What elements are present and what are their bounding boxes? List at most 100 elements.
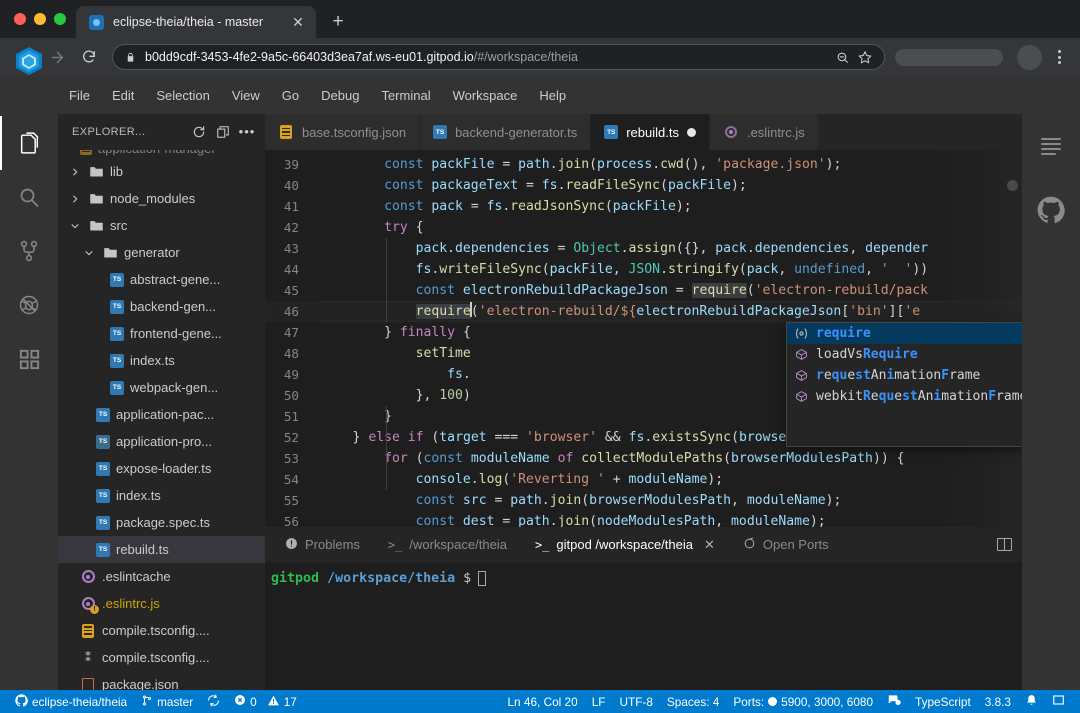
github-icon[interactable] [1031, 190, 1071, 230]
zoom-out-icon[interactable] [836, 51, 849, 64]
tree-item-abstract-generator[interactable]: TS abstract-gene... [58, 266, 265, 293]
status-ports[interactable]: Ports: 5900, 3000, 6080 [726, 690, 880, 713]
menu-view[interactable]: View [221, 84, 271, 107]
maximize-window-button[interactable] [54, 13, 66, 25]
line-number: 54 [265, 469, 321, 490]
tree-item-frontend-generator[interactable]: TS frontend-gene... [58, 320, 265, 347]
address-bar[interactable]: b0dd9cdf-3453-4fe2-9a5c-66403d3ea7af.ws-… [112, 44, 885, 70]
chevron-down-icon[interactable] [82, 248, 96, 258]
tree-item-node-modules[interactable]: node_modules [58, 185, 265, 212]
activity-files-icon[interactable] [0, 116, 58, 170]
status-problems[interactable]: 0 17 [227, 690, 304, 713]
activity-source-control-icon[interactable] [0, 224, 58, 278]
panel-tab-open-ports[interactable]: Open Ports [729, 527, 843, 562]
tree-item-application-manager[interactable]: application-manager [58, 150, 265, 158]
activity-debug-icon[interactable] [0, 278, 58, 332]
tree-item-rebuild-ts[interactable]: TS rebuild.ts [58, 536, 265, 563]
tree-item-lib[interactable]: lib [58, 158, 265, 185]
editor-tab-backend-generator[interactable]: TS backend-generator.ts [420, 114, 591, 150]
more-actions-icon[interactable]: ••• [235, 121, 259, 143]
minimize-window-button[interactable] [34, 13, 46, 25]
editor-tab-rebuild[interactable]: TS rebuild.ts [591, 114, 710, 150]
terminal-output[interactable]: gitpod /workspace/theia $ [265, 562, 1022, 690]
tree-item-compile-tsconfig-json[interactable]: compile.tsconfig.... [58, 617, 265, 644]
terminal-user: gitpod [271, 571, 319, 586]
autocomplete-item-webkitrequestanimationframe[interactable]: webkitRequestAnimationFrame [787, 386, 1022, 407]
editor-tab-base-tsconfig[interactable]: base.tsconfig.json [265, 114, 420, 150]
status-indentation[interactable]: Spaces: 4 [660, 690, 726, 713]
close-icon[interactable]: ✕ [704, 537, 715, 553]
tree-item-index-ts[interactable]: TS index.ts [58, 482, 265, 509]
chevron-down-icon[interactable] [68, 221, 82, 231]
bookmark-star-icon[interactable] [858, 50, 872, 64]
forward-button[interactable] [42, 42, 72, 72]
status-language[interactable]: TypeScript [908, 690, 978, 713]
menu-go[interactable]: Go [271, 84, 310, 107]
tree-item-application-package[interactable]: TS application-pac... [58, 401, 265, 428]
menu-debug[interactable]: Debug [310, 84, 370, 107]
collapse-all-icon[interactable] [211, 121, 235, 143]
autocomplete-item-loadvsrequire[interactable]: loadVsRequire [787, 344, 1022, 365]
browser-tab[interactable]: eclipse-theia/theia - master ✕ [76, 6, 316, 38]
tree-item-index-ts-generator[interactable]: TS index.ts [58, 347, 265, 374]
address-bar-url: b0dd9cdf-3453-4fe2-9a5c-66403d3ea7af.ws-… [145, 50, 827, 64]
menu-file[interactable]: File [58, 84, 101, 107]
dirty-indicator-icon[interactable] [687, 128, 696, 137]
activity-search-icon[interactable] [0, 170, 58, 224]
status-language-version[interactable]: 3.8.3 [978, 690, 1018, 713]
activity-extensions-icon[interactable] [0, 332, 58, 386]
browser-toolbar: b0dd9cdf-3453-4fe2-9a5c-66403d3ea7af.ws-… [0, 38, 1080, 76]
tree-item-backend-generator[interactable]: TS backend-gen... [58, 293, 265, 320]
panel-tab-terminal-workspace[interactable]: >_ /workspace/theia [374, 527, 521, 562]
close-window-button[interactable] [14, 13, 26, 25]
tree-item-eslintrc-js[interactable]: ! .eslintrc.js [58, 590, 265, 617]
line-number: 50 [265, 385, 321, 406]
tree-item-src[interactable]: src [58, 212, 265, 239]
menu-edit[interactable]: Edit [101, 84, 145, 107]
tree-item-generator[interactable]: generator [58, 239, 265, 266]
status-feedback[interactable] [880, 690, 908, 713]
autocomplete-item-requestanimationframe[interactable]: requestAnimationFrame [787, 365, 1022, 386]
status-branch[interactable]: master [134, 690, 200, 713]
tree-item-package-spec[interactable]: TS package.spec.ts [58, 509, 265, 536]
status-bar: eclipse-theia/theia master [0, 690, 1080, 713]
new-tab-button[interactable]: + [324, 8, 352, 36]
refresh-icon[interactable] [187, 121, 211, 143]
panel-tab-terminal-gitpod[interactable]: >_ gitpod /workspace/theia ✕ [521, 527, 729, 562]
autocomplete-item-require[interactable]: require var require: NodeRequireⓘ [787, 323, 1022, 344]
status-layout-toggle[interactable] [1045, 690, 1072, 713]
chevron-right-icon[interactable] [68, 194, 82, 204]
autocomplete-label: requestAnimationFrame [816, 368, 1022, 383]
tree-item-application-props[interactable]: TS application-pro... [58, 428, 265, 455]
chevron-right-icon[interactable] [68, 167, 82, 177]
status-cursor-position[interactable]: Ln 46, Col 20 [501, 690, 585, 713]
menu-selection[interactable]: Selection [145, 84, 220, 107]
tree-item-eslintcache[interactable]: .eslintcache [58, 563, 265, 590]
status-repo[interactable]: eclipse-theia/theia [8, 690, 134, 713]
status-sync[interactable] [200, 690, 227, 713]
typescript-file-icon: TS [96, 462, 110, 476]
browser-menu-button[interactable] [1048, 50, 1070, 64]
status-encoding[interactable]: UTF-8 [612, 690, 659, 713]
outline-icon[interactable] [1031, 126, 1071, 166]
panel-tab-label: gitpod /workspace/theia [556, 537, 693, 552]
tree-item-expose-loader[interactable]: TS expose-loader.ts [58, 455, 265, 482]
profile-avatar[interactable] [1017, 45, 1042, 70]
autocomplete-popup[interactable]: require var require: NodeRequireⓘ loadVs… [786, 322, 1022, 447]
close-icon[interactable]: ✕ [289, 13, 307, 31]
scrollbar-thumb[interactable] [1007, 180, 1018, 191]
toggle-layout-icon[interactable] [997, 538, 1012, 551]
menu-help[interactable]: Help [528, 84, 577, 107]
menu-workspace[interactable]: Workspace [442, 84, 529, 107]
tree-item-package-json[interactable]: package.json [58, 671, 265, 692]
editor-tab-eslintrc[interactable]: .eslintrc.js [710, 114, 819, 150]
line-number: 47 [265, 322, 321, 343]
tree-item-compile-tsconfig-config[interactable]: ⁑ compile.tsconfig.... [58, 644, 265, 671]
status-notifications[interactable] [1018, 690, 1045, 713]
menu-terminal[interactable]: Terminal [370, 84, 441, 107]
reload-button[interactable] [74, 42, 104, 72]
panel-tab-problems[interactable]: Problems [271, 527, 374, 562]
code-line: 42 try { [265, 217, 1022, 238]
status-eol[interactable]: LF [585, 690, 613, 713]
tree-item-webpack-generator[interactable]: TS webpack-gen... [58, 374, 265, 401]
